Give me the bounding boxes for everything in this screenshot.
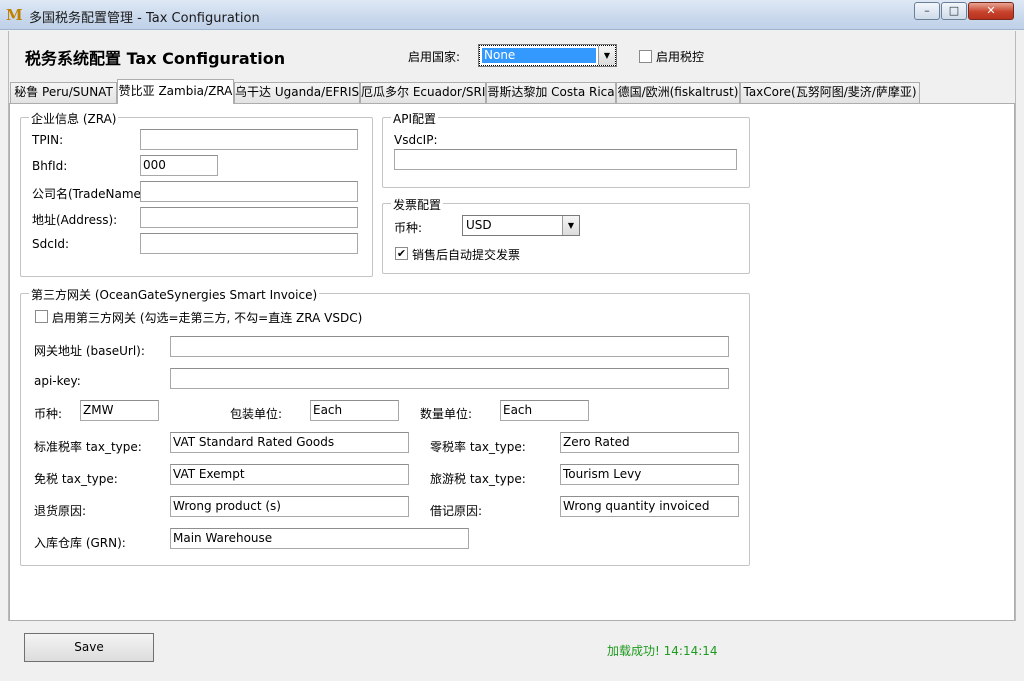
baseurl-input[interactable]: [170, 336, 729, 357]
invoice-group: [382, 203, 750, 274]
credit-reason-input[interactable]: Wrong quantity invoiced: [560, 496, 739, 517]
close-icon: ✕: [986, 4, 996, 17]
qty-unit-input[interactable]: Each: [500, 400, 589, 421]
gateway-enable-label[interactable]: 启用第三方网关 (勾选=走第三方, 不勾=直连 ZRA VSDC): [52, 309, 362, 326]
sdcid-label: SdcId:: [32, 237, 70, 251]
chevron-down-icon[interactable]: ▼: [562, 216, 579, 235]
baseurl-label: 网关地址 (baseUrl):: [34, 344, 145, 358]
gateway-currency-label: 币种:: [34, 407, 63, 421]
close-button[interactable]: ✕: [968, 2, 1014, 20]
refund-reason-input[interactable]: Wrong product (s): [170, 496, 409, 517]
chevron-down-icon[interactable]: ▼: [598, 46, 615, 65]
maximize-button[interactable]: □: [941, 2, 967, 20]
address-label: 地址(Address):: [32, 213, 118, 227]
minimize-icon: –: [924, 4, 930, 17]
vsdcip-input[interactable]: [394, 149, 737, 170]
gateway-enable-checkbox[interactable]: [35, 310, 48, 323]
bottom-bar: [8, 622, 1016, 673]
exempt-tax-label: 免税 tax_type:: [34, 472, 118, 486]
tab-peru[interactable]: 秘鲁 Peru/SUNAT: [10, 82, 117, 103]
minimize-button[interactable]: –: [914, 2, 940, 20]
save-button[interactable]: Save: [24, 633, 154, 662]
pkg-unit-input[interactable]: Each: [310, 400, 399, 421]
zero-tax-label: 零税率 tax_type:: [430, 440, 526, 454]
tourism-tax-input[interactable]: Tourism Levy: [560, 464, 739, 485]
invoice-currency-select[interactable]: USD ▼: [462, 215, 580, 236]
zero-tax-input[interactable]: Zero Rated: [560, 432, 739, 453]
country-label: 启用国家:: [408, 50, 461, 64]
tourism-tax-label: 旅游税 tax_type:: [430, 472, 526, 486]
bhfid-label: BhfId:: [32, 159, 68, 173]
api-group-title: API配置: [391, 110, 438, 127]
apikey-label: api-key:: [34, 374, 81, 388]
tradename-label: 公司名(TradeName):: [32, 187, 150, 201]
app-logo-icon: M: [6, 6, 23, 24]
credit-reason-label: 借记原因:: [430, 504, 483, 518]
checkmark-icon: ✔: [396, 247, 407, 260]
company-group-title: 企业信息 (ZRA): [29, 110, 119, 127]
enable-tax-label[interactable]: 启用税控: [656, 48, 704, 65]
tpin-label: TPIN:: [32, 133, 64, 147]
gateway-group-title: 第三方网关 (OceanGateSynergies Smart Invoice): [29, 286, 320, 303]
address-input[interactable]: [140, 207, 358, 228]
page-title: 税务系统配置 Tax Configuration: [25, 49, 286, 68]
tpin-input[interactable]: [140, 129, 358, 150]
auto-submit-checkbox[interactable]: ✔: [395, 247, 408, 260]
auto-submit-label[interactable]: 销售后自动提交发票: [412, 246, 520, 263]
apikey-input[interactable]: [170, 368, 729, 389]
warehouse-input[interactable]: Main Warehouse: [170, 528, 469, 549]
exempt-tax-input[interactable]: VAT Exempt: [170, 464, 409, 485]
invoice-currency-value: USD: [466, 218, 492, 232]
tab-ecuador[interactable]: 厄瓜多尔 Ecuador/SRI: [360, 82, 486, 103]
enable-tax-checkbox[interactable]: [639, 50, 652, 63]
tab-uganda[interactable]: 乌干达 Uganda/EFRIS: [234, 82, 360, 103]
gateway-currency-input[interactable]: ZMW: [80, 400, 159, 421]
tab-germany[interactable]: 德国/欧洲(fiskaltrust): [616, 82, 740, 103]
maximize-icon: □: [948, 4, 960, 17]
country-select-value: None: [482, 48, 596, 63]
bhfid-input[interactable]: 000: [140, 155, 218, 176]
std-tax-input[interactable]: VAT Standard Rated Goods: [170, 432, 409, 453]
qty-unit-label: 数量单位:: [420, 407, 473, 421]
refund-reason-label: 退货原因:: [34, 504, 87, 518]
invoice-group-title: 发票配置: [391, 196, 444, 213]
tab-costa-rica[interactable]: 哥斯达黎加 Costa Rica: [486, 82, 616, 103]
tab-zambia[interactable]: 赞比亚 Zambia/ZRA: [117, 79, 234, 104]
window-title: 多国税务配置管理 - Tax Configuration: [29, 11, 260, 26]
pkg-unit-label: 包装单位:: [230, 407, 283, 421]
std-tax-label: 标准税率 tax_type:: [34, 440, 142, 454]
tab-taxcore[interactable]: TaxCore(瓦努阿图/斐济/萨摩亚): [740, 82, 920, 103]
gateway-group: [20, 293, 750, 566]
warehouse-label: 入库仓库 (GRN):: [34, 536, 126, 550]
country-select[interactable]: None ▼: [478, 44, 617, 67]
invoice-currency-label: 币种:: [394, 221, 423, 235]
vsdcip-label: VsdcIP:: [394, 133, 438, 147]
status-text: 加载成功! 14:14:14: [607, 644, 718, 658]
tradename-input[interactable]: [140, 181, 358, 202]
sdcid-input[interactable]: [140, 233, 358, 254]
